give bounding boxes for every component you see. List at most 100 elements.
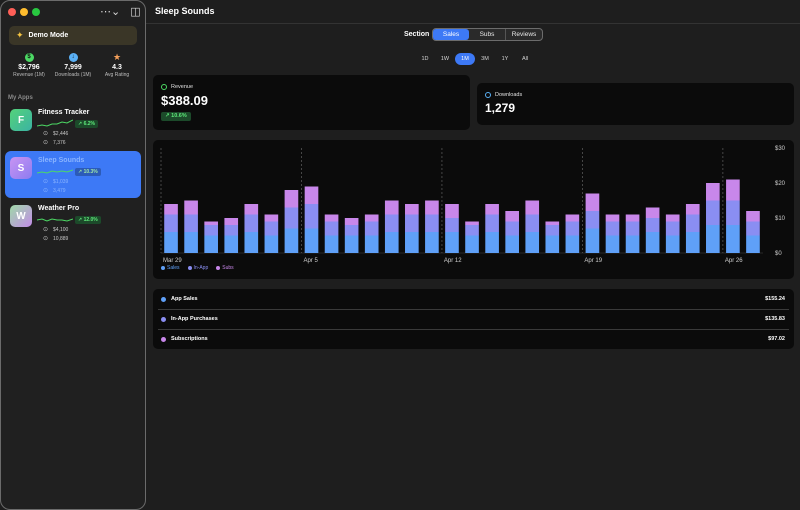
range-1m[interactable]: 1M — [455, 53, 475, 65]
breakdown-dot — [161, 316, 166, 322]
dollar-icon: $ — [24, 53, 34, 62]
app-name: Sleep Sounds — [38, 157, 85, 164]
range-3m[interactable]: 3M — [475, 53, 495, 65]
download-icon — [485, 92, 491, 98]
range-1w[interactable]: 1W — [435, 53, 455, 65]
revenue-card: Revenue $388.09 ↗ 10.6% — [153, 75, 470, 130]
sparkline — [37, 218, 73, 222]
x-tick-label: Apr 26 — [725, 258, 743, 264]
revenue-growth-badge: ↗ 10.6% — [161, 112, 191, 121]
toggle-sidebar-icon[interactable]: ◫ — [130, 6, 140, 18]
window-controls — [8, 8, 40, 16]
bar-subs — [565, 214, 580, 222]
bar-subs — [344, 218, 359, 225]
bar-sales — [304, 228, 319, 253]
legend-item-in-app: In-App — [187, 265, 209, 271]
app-icon: S — [10, 157, 32, 179]
x-tick-label: Mar 29 — [163, 258, 182, 264]
legend-dot — [187, 266, 192, 270]
bar-subs — [244, 204, 259, 215]
stat-value: 4.3 — [112, 64, 122, 71]
sparkle-icon: ✦ — [16, 30, 24, 40]
stat-label: Downloads (1M) — [54, 72, 92, 78]
zoom-window-button[interactable] — [32, 8, 40, 16]
legend-label: In-App — [193, 265, 209, 271]
bar-in-app — [384, 214, 399, 232]
bar-subs — [184, 200, 198, 215]
app-revenue: ⊙ $2,446 — [43, 130, 68, 138]
bar-in-app — [746, 221, 760, 236]
app-item-sleep-sounds[interactable]: S Sleep Sounds ↗ 10.3% ⊙ $1,039 ⊙ 3,479 — [5, 151, 141, 198]
bar-in-app — [304, 204, 319, 229]
breakdown-dot — [161, 296, 166, 302]
legend-label: Subs — [222, 265, 234, 271]
bar-subs — [746, 211, 760, 222]
sidebar-toolbar: ⋯⌄ ◫ — [100, 6, 141, 18]
bar-in-app — [665, 221, 680, 236]
app-downloads: ⊙ 3,479 — [43, 187, 66, 195]
bar-in-app — [726, 200, 740, 225]
bar-subs — [605, 214, 620, 222]
close-window-button[interactable] — [8, 8, 16, 16]
range-all[interactable]: All — [515, 53, 535, 65]
range-1y[interactable]: 1Y — [495, 53, 515, 65]
download-icon: ⊙ — [43, 140, 49, 146]
bar-in-app — [364, 221, 379, 236]
bar-sales — [565, 235, 580, 253]
bar-sales — [625, 235, 640, 253]
bar-sales — [645, 232, 660, 253]
bar-in-app — [425, 214, 439, 232]
bar-subs — [224, 218, 239, 225]
breakdown-label: Subscriptions — [171, 336, 208, 342]
y-tick-label: $20 — [775, 181, 786, 187]
bar-subs — [685, 204, 700, 215]
bar-sales — [384, 232, 399, 253]
breakdown-dot — [161, 336, 166, 342]
time-range-picker: 1D 1W 1M 3M 1Y All — [415, 53, 535, 65]
minimize-window-button[interactable] — [20, 8, 28, 16]
bar-sales — [244, 232, 259, 253]
app-item-fitness-tracker[interactable]: F Fitness Tracker ↗ 6.2% ⊙ $2,446 ⊙ 7,37… — [5, 103, 141, 150]
bar-sales — [204, 235, 218, 253]
bar-in-app — [284, 207, 299, 229]
dollar-icon: ⊙ — [43, 179, 49, 185]
app-downloads: ⊙ 7,376 — [43, 139, 66, 147]
bar-subs — [485, 204, 499, 215]
bar-sales — [224, 235, 239, 253]
bar-subs — [445, 204, 459, 218]
more-menu-icon[interactable]: ⋯⌄ — [100, 6, 120, 18]
app-revenue-value: $1,039 — [53, 178, 69, 185]
summary-stats: $ $2,796 Revenue (1M) ↓ 7,999 Downloads … — [7, 53, 139, 79]
bar-subs — [264, 214, 279, 222]
range-1d[interactable]: 1D — [415, 53, 435, 65]
tab-reviews[interactable]: Reviews — [506, 29, 542, 40]
bar-in-app — [645, 218, 660, 232]
bar-in-app — [164, 214, 178, 232]
demo-mode-badge[interactable]: ✦ Demo Mode — [9, 26, 137, 45]
tab-sales[interactable]: Sales — [433, 29, 469, 40]
bar-in-app — [344, 225, 359, 236]
bar-sales — [605, 235, 620, 253]
bar-in-app — [706, 200, 720, 225]
x-tick-label: Apr 5 — [303, 258, 318, 264]
bar-sales — [264, 235, 279, 253]
bar-sales — [726, 225, 740, 253]
bar-subs — [585, 193, 600, 211]
bar-sales — [525, 232, 540, 253]
tab-subs[interactable]: Subs — [469, 29, 506, 40]
bar-subs — [545, 221, 560, 225]
chart-legend: Sales In-App Subs — [161, 265, 234, 271]
bar-subs — [525, 200, 540, 215]
stat-value: 7,999 — [64, 64, 82, 71]
y-tick-label: $0 — [775, 251, 782, 257]
app-revenue: ⊙ $4,100 — [43, 226, 68, 234]
sidebar: ⋯⌄ ◫ ✦ Demo Mode $ $2,796 Revenue (1M) ↓… — [0, 0, 146, 510]
bar-sales — [685, 232, 700, 253]
app-item-weather-pro[interactable]: W Weather Pro ↗ 12.0% ⊙ $4,100 ⊙ 10,889 — [5, 199, 141, 246]
bar-in-app — [585, 211, 600, 229]
download-icon: ⊙ — [43, 188, 49, 194]
bar-sales — [505, 235, 519, 253]
section-label: Section — [404, 31, 430, 38]
bar-in-app — [485, 214, 499, 232]
bar-subs — [304, 186, 319, 204]
